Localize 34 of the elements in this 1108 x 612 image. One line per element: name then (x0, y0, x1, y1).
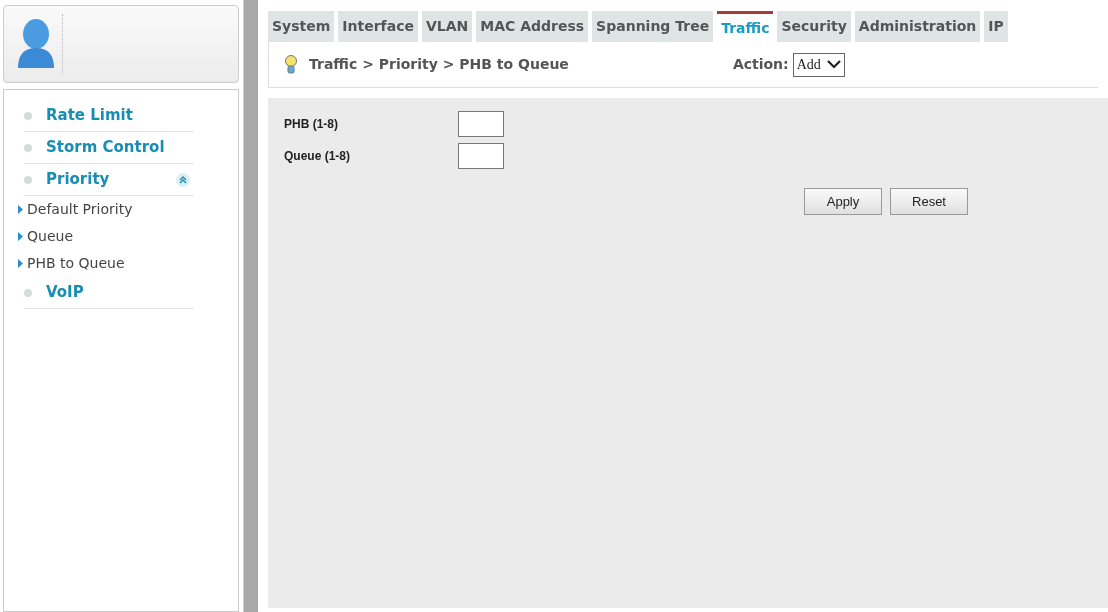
breadcrumb: Traffic > Priority > PHB to Queue (309, 55, 569, 74)
caret-icon (18, 205, 23, 214)
lightbulb-icon (285, 54, 297, 75)
nav-tab[interactable]: Spanning Tree (592, 11, 714, 42)
submenu-item[interactable]: Queue (18, 223, 238, 250)
nav-tab[interactable]: Security (777, 11, 851, 42)
bullet-icon (24, 111, 32, 120)
nav-tab[interactable]: VLAN (421, 11, 473, 42)
field-label: PHB (1-8) (284, 116, 339, 133)
collapse-icon[interactable] (176, 172, 190, 187)
submenu-item[interactable]: Default Priority (18, 196, 238, 223)
input-field[interactable] (458, 111, 504, 137)
field-label: Queue (1-8) (284, 148, 351, 165)
bullet-icon (24, 288, 32, 297)
action-select[interactable]: Add (792, 52, 845, 77)
input-field[interactable] (458, 143, 504, 169)
bullet-icon (24, 143, 32, 152)
nav-tab[interactable]: MAC Address (476, 11, 589, 42)
nav-tab[interactable]: System (268, 11, 335, 42)
submenu-item[interactable]: PHB to Queue (18, 250, 238, 277)
caret-icon (18, 259, 23, 268)
nav-tab[interactable]: IP (984, 11, 1008, 42)
nav-tab[interactable]: Interface (338, 11, 418, 42)
caret-icon (18, 232, 23, 241)
bullet-icon (24, 175, 32, 184)
menu-item[interactable]: Rate Limit (24, 100, 194, 132)
form-button[interactable]: Apply (804, 188, 882, 215)
form-button[interactable]: Reset (890, 188, 968, 215)
nav-tab[interactable]: Administration (854, 11, 981, 42)
dropdown-icon (826, 60, 841, 69)
menu-item[interactable]: VoIP (24, 277, 194, 309)
menu-item[interactable]: Storm Control (24, 132, 194, 164)
menu-item[interactable]: Priority (24, 164, 194, 196)
action-label: Action: (732, 55, 789, 74)
